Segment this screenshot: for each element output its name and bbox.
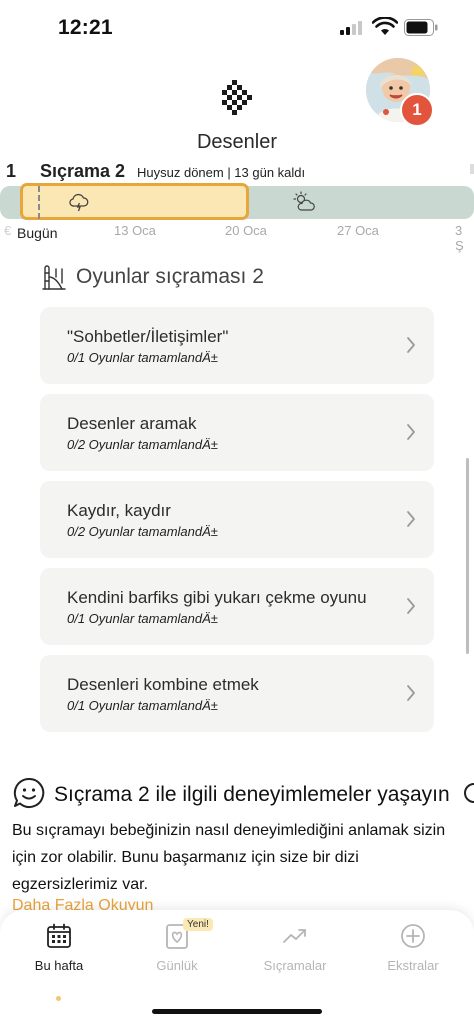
section-title: Oyunlar sıçraması 2 [76, 265, 264, 288]
status-bar: 12:21 [0, 0, 474, 56]
game-card[interactable]: "Sohbetler/İletişimler" 0/1 Oyunlar tama… [40, 307, 434, 384]
game-card-title: Desenler aramak [67, 414, 197, 433]
tab-bar: Bu hafta Günlük Sıçramalar Ekstralar [0, 910, 474, 1024]
game-card-progress: 0/2 Oyunlar tamamlandÄ± [67, 437, 218, 452]
battery-icon [404, 19, 438, 36]
game-card[interactable]: Kaydır, kaydır 0/2 Oyunlar tamamlandÄ± [40, 481, 434, 558]
chevron-right-icon [407, 337, 415, 353]
timeline-date-label: 13 Oca [114, 223, 156, 238]
info-icon[interactable] [464, 783, 474, 803]
tab-journal[interactable]: Günlük [118, 922, 236, 992]
tab-extras[interactable]: Ekstralar [354, 922, 472, 992]
experiences-title: Sıçrama 2 ile ilgili deneyimlemeler yaşa… [54, 783, 450, 806]
previous-leap-number[interactable]: 1 [6, 161, 16, 182]
tab-this-week[interactable]: Bu hafta [0, 922, 118, 1001]
game-card[interactable]: Desenler aramak 0/2 Oyunlar tamamlandÄ± [40, 394, 434, 471]
storm-cloud-icon [69, 193, 89, 212]
timeline-active-period[interactable] [20, 183, 249, 220]
game-card[interactable]: Desenleri kombine etmek 0/1 Oyunlar tama… [40, 655, 434, 732]
experiences-body: Bu sıçramayı bebeğinizin nasıl deneyimle… [12, 822, 446, 893]
plus-circle-icon [401, 924, 425, 948]
chevron-right-icon [407, 511, 415, 527]
game-card-title: Desenleri kombine etmek [67, 675, 259, 694]
game-card-progress: 0/2 Oyunlar tamamlandÄ± [67, 524, 218, 539]
game-card-title: Kendini barfiks gibi yukarı çekme oyunu [67, 588, 367, 607]
calendar-icon [47, 923, 71, 948]
cellular-signal-icon [340, 21, 366, 35]
tab-leaps[interactable]: Sıçramalar [236, 922, 354, 992]
chevron-right-icon [407, 685, 415, 701]
timeline-date-label: 20 Oca [225, 223, 267, 238]
home-indicator[interactable] [152, 1009, 322, 1014]
pattern-logo-icon [222, 80, 252, 115]
chevron-right-icon [407, 598, 415, 614]
today-label: Bugün [17, 225, 58, 241]
leap-title: Sıçrama 2 [40, 161, 126, 181]
game-card-progress: 0/1 Oyunlar tamamlandÄ± [67, 350, 218, 365]
page-title: Desenler [196, 131, 278, 153]
game-card-title: Kaydır, kaydır [67, 501, 171, 520]
timeline-date-label: 3 Ş [455, 223, 464, 253]
notification-badge: 1 [400, 93, 434, 127]
trend-up-icon [283, 929, 306, 943]
game-card[interactable]: Kendini barfiks gibi yukarı çekme oyunu … [40, 568, 434, 645]
game-card-progress: 0/1 Oyunlar tamamlandÄ± [67, 698, 218, 713]
tab-label: Günlük [156, 958, 198, 973]
scrollbar[interactable] [466, 458, 469, 654]
tab-label: Bu hafta [34, 958, 84, 973]
chat-smile-icon [13, 777, 45, 808]
timeline-edge-label: € [4, 223, 12, 238]
wifi-icon [372, 17, 398, 35]
active-tab-indicator [56, 996, 61, 1001]
playground-icon [42, 265, 66, 290]
today-marker [38, 186, 40, 219]
tab-label: Sıçramalar [263, 958, 327, 973]
new-badge: Yeni! [183, 918, 213, 931]
partly-sunny-icon [293, 191, 315, 211]
status-time: 12:21 [58, 16, 113, 39]
game-card-title: "Sohbetler/İletişimler" [67, 327, 229, 346]
leap-subtitle: Huysuz dönem | 13 gün kaldı [137, 165, 306, 180]
tab-label: Ekstralar [387, 958, 439, 973]
chevron-right-icon [407, 424, 415, 440]
timeline-date-label: 27 Oca [337, 223, 379, 238]
next-leap-edge[interactable] [470, 164, 474, 174]
game-card-progress: 0/1 Oyunlar tamamlandÄ± [67, 611, 218, 626]
